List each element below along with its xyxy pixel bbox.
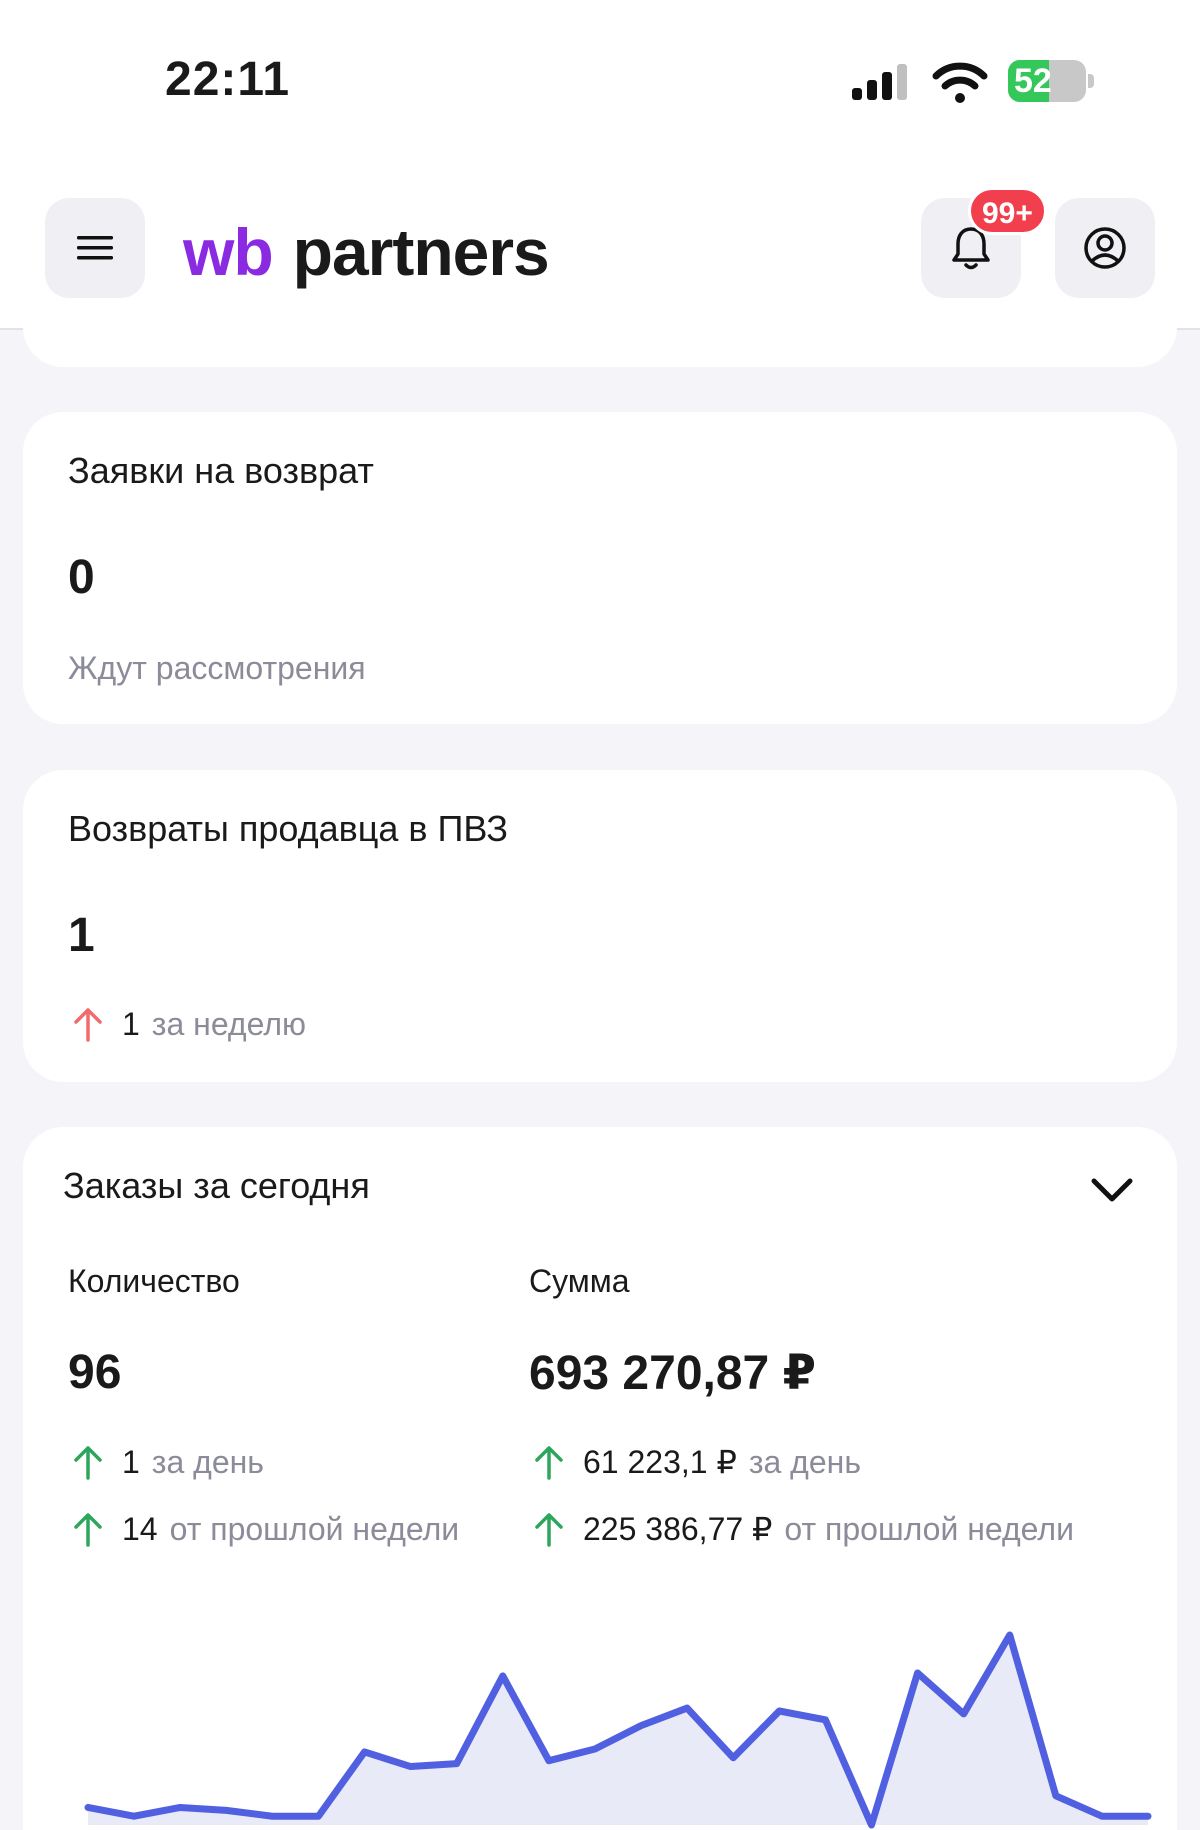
arrow-up-icon — [74, 1513, 102, 1547]
orders-today-title: Заказы за сегодня — [63, 1165, 370, 1206]
status-bar: 22:11 52 — [0, 0, 1200, 170]
return-requests-value: 0 — [68, 551, 95, 604]
count-week-trend: 14 от прошлой недели — [68, 1509, 459, 1549]
logo-wb: wb — [183, 215, 274, 289]
trend-value: 1 — [122, 1005, 140, 1042]
arrow-up-icon — [74, 1446, 102, 1480]
orders-today-card: Заказы за сегодня Количество 96 1 за ден… — [23, 1127, 1177, 1830]
chevron-down-icon[interactable] — [1088, 1169, 1136, 1209]
count-day-value: 1 — [122, 1443, 140, 1480]
return-requests-title: Заявки на возврат — [68, 450, 374, 491]
wifi-icon — [932, 62, 988, 103]
return-requests-subtitle: Ждут рассмотрения — [68, 650, 366, 686]
chart-area — [88, 1635, 1148, 1825]
notifications-badge: 99+ — [968, 187, 1047, 235]
orders-sparkline-chart — [84, 1631, 1152, 1829]
sum-week-trend: 225 386,77 ₽ от прошлой недели — [529, 1509, 1074, 1549]
sum-week-text: от прошлой недели — [784, 1510, 1074, 1547]
arrow-up-icon — [74, 1008, 102, 1042]
trend-text: за неделю — [151, 1005, 306, 1042]
count-week-value: 14 — [122, 1510, 158, 1547]
user-icon — [1084, 227, 1126, 269]
count-label: Количество — [68, 1263, 240, 1299]
profile-button[interactable] — [1055, 198, 1155, 298]
count-value: 96 — [68, 1346, 122, 1399]
arrow-up-icon — [535, 1446, 563, 1480]
sum-day-value: 61 223,1 ₽ — [583, 1444, 737, 1480]
arrow-up-icon — [535, 1513, 563, 1547]
cellular-signal-icon — [852, 64, 907, 100]
battery-level: 52 — [1014, 62, 1052, 100]
seller-returns-card[interactable]: Возвраты продавца в ПВЗ 1 1 за неделю — [23, 770, 1177, 1082]
sum-day-text: за день — [748, 1443, 861, 1480]
hamburger-icon — [77, 236, 113, 260]
battery-indicator: 52 — [1008, 60, 1094, 102]
menu-button[interactable] — [45, 198, 145, 298]
seller-returns-trend: 1 за неделю — [68, 1004, 306, 1044]
status-time: 22:11 — [165, 53, 291, 106]
count-day-text: за день — [151, 1443, 264, 1480]
seller-returns-value: 1 — [68, 909, 95, 962]
count-day-trend: 1 за день — [68, 1442, 264, 1482]
sum-value: 693 270,87 ₽ — [529, 1347, 816, 1400]
sum-day-trend: 61 223,1 ₽ за день — [529, 1442, 861, 1482]
return-requests-card[interactable]: Заявки на возврат 0 Ждут рассмотрения — [23, 412, 1177, 724]
previous-card — [23, 300, 1177, 367]
sum-label: Сумма — [529, 1263, 630, 1299]
logo-partners: partners — [292, 215, 550, 289]
seller-returns-title: Возвраты продавца в ПВЗ — [68, 808, 508, 849]
wb-partners-logo[interactable]: wb partners — [183, 212, 550, 292]
sum-week-value: 225 386,77 ₽ — [583, 1511, 773, 1547]
count-week-text: от прошлой недели — [169, 1510, 460, 1547]
